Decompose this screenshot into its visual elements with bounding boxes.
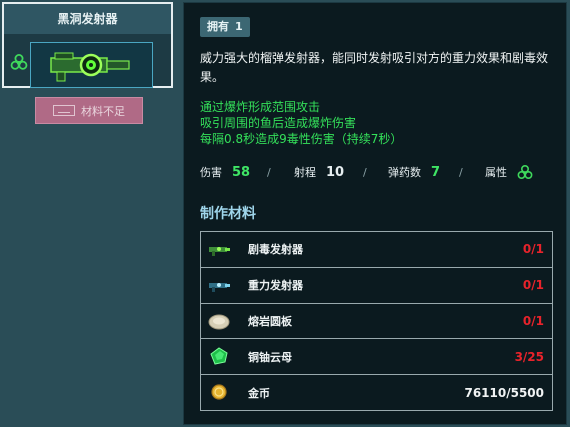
effects-list: 通过爆炸形成范围攻击 吸引周围的鱼后造成爆炸伤害 每隔0.8秒造成9毒性伤害（持… <box>200 99 555 147</box>
material-row[interactable]: 铜铀云母 3/25 <box>201 339 552 376</box>
material-name: 重力发射器 <box>248 279 303 293</box>
material-count: 3/25 <box>514 349 544 364</box>
gold-coin-icon <box>211 384 227 400</box>
owned-label: 拥有 <box>207 20 229 33</box>
range-label: 射程 <box>294 166 316 179</box>
toxic-launcher-icon <box>209 247 230 256</box>
effect-line: 吸引周围的鱼后造成爆炸伤害 <box>200 116 357 130</box>
owned-count: 1 <box>235 20 243 33</box>
material-name: 铜铀云母 <box>248 350 292 364</box>
lava-disc-icon <box>208 314 230 330</box>
stat-range: 射程 10 <box>294 163 344 183</box>
craft-button-label: 材料不足 <box>81 104 125 118</box>
spacebar-key-icon <box>53 105 75 116</box>
damage-label: 伤害 <box>200 166 222 179</box>
material-name: 熔岩圆板 <box>248 314 292 328</box>
material-row[interactable]: 金币 76110/5500 <box>201 375 552 411</box>
material-row[interactable]: 熔岩圆板 0/1 <box>201 304 552 340</box>
material-name: 金币 <box>248 387 270 401</box>
black-hole-launcher-icon <box>50 52 130 82</box>
stat-attribute: 属性 <box>485 163 533 183</box>
damage-value: 58 <box>232 165 251 180</box>
weapon-art-frame <box>30 42 153 88</box>
stats-row: 伤害 58 / 射程 10 / 弹药数 7 / 属性 <box>200 163 550 183</box>
stat-separator: / <box>363 166 367 179</box>
craft-button[interactable]: 材料不足 <box>35 97 143 124</box>
material-count: 0/1 <box>522 278 544 293</box>
range-value: 10 <box>326 165 345 180</box>
stat-separator: / <box>267 166 271 179</box>
material-name: 剧毒发射器 <box>248 243 303 257</box>
material-row[interactable]: 重力发射器 0/1 <box>201 268 552 304</box>
materials-list: 剧毒发射器 0/1 重力发射器 0/1 熔岩圆板 0/1 铜铀云母 3/25 金… <box>200 231 553 411</box>
stat-separator: / <box>459 166 463 179</box>
gravity-launcher-icon <box>209 282 230 292</box>
weapon-card[interactable]: 黑洞发射器 <box>2 2 173 88</box>
weapon-detail-panel: 拥有 1 威力强大的榴弹发射器，能同时发射吸引对方的重力效果和剧毒效果。 通过爆炸… <box>183 2 567 425</box>
biohazard-icon <box>10 54 28 70</box>
biohazard-icon <box>517 165 533 179</box>
stat-ammo: 弹药数 7 <box>388 163 440 183</box>
ammo-value: 7 <box>431 165 441 180</box>
material-count: 0/1 <box>522 313 544 328</box>
attribute-label: 属性 <box>485 166 507 179</box>
material-count: 76110/5500 <box>464 386 544 401</box>
weapon-description: 威力强大的榴弹发射器，能同时发射吸引对方的重力效果和剧毒效果。 <box>200 51 549 84</box>
weapon-name: 黑洞发射器 <box>4 4 171 34</box>
effect-line: 每隔0.8秒造成9毒性伤害（持续7秒） <box>200 132 403 146</box>
ammo-label: 弹药数 <box>388 166 421 179</box>
stat-damage: 伤害 58 <box>200 163 250 183</box>
effect-line: 通过爆炸形成范围攻击 <box>200 100 321 114</box>
torbernite-crystal-icon <box>210 347 228 365</box>
material-count: 0/1 <box>522 242 544 257</box>
materials-title: 制作材料 <box>200 206 256 222</box>
owned-badge: 拥有 1 <box>200 17 250 37</box>
material-row[interactable]: 剧毒发射器 0/1 <box>201 232 552 268</box>
